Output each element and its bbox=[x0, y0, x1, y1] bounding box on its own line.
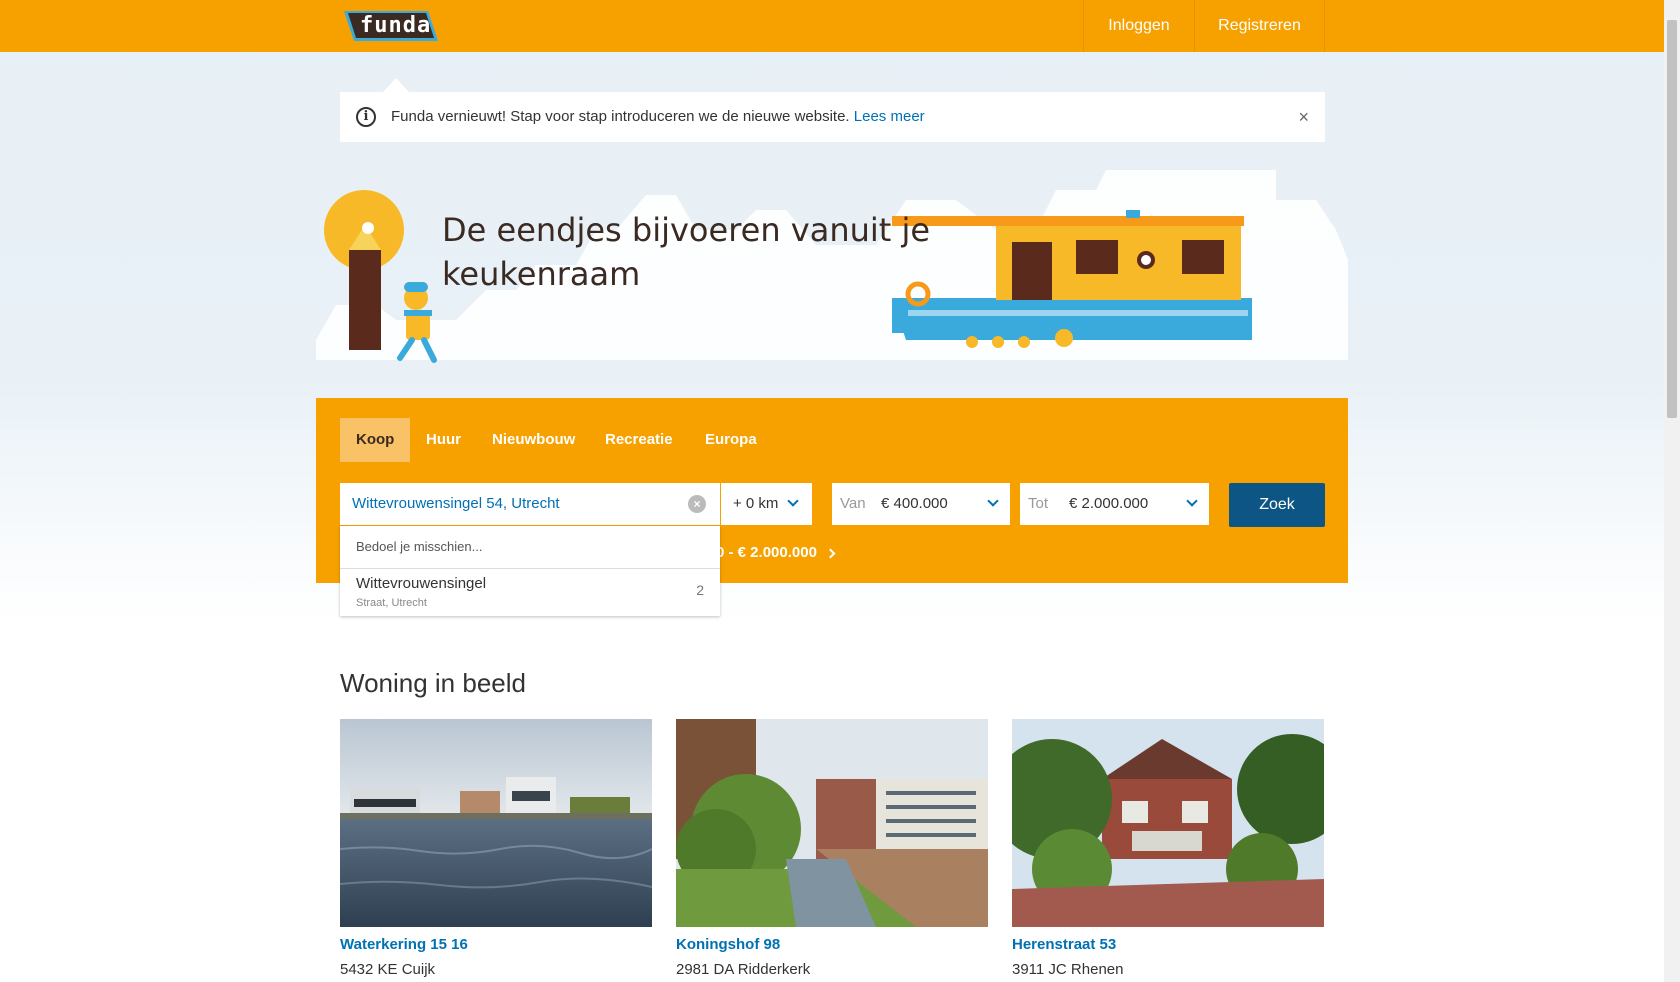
listing-zip-city: 3911 JC Rhenen bbox=[1012, 961, 1124, 978]
chevron-down-icon bbox=[787, 495, 799, 507]
listing-address[interactable]: Waterkering 15 16 bbox=[340, 936, 468, 953]
suggestion-name: Wittevrouwensingel bbox=[356, 575, 487, 592]
autocomplete-dropdown: Bedoel je misschien... Wittevrouwensinge… bbox=[340, 526, 720, 616]
listing-photo[interactable] bbox=[1012, 719, 1324, 927]
close-icon[interactable]: × bbox=[1298, 92, 1309, 142]
tab-recreatie[interactable]: Recreatie bbox=[589, 418, 689, 462]
logo-text: funda bbox=[360, 13, 432, 38]
clear-input-icon[interactable]: × bbox=[688, 495, 706, 513]
price-to-select[interactable]: Tot € 2.000.000 bbox=[1020, 483, 1209, 525]
radius-value: + 0 km bbox=[733, 495, 779, 512]
listing-photo[interactable] bbox=[676, 719, 988, 927]
house-photo-icon bbox=[340, 719, 652, 927]
notice-read-more-link[interactable]: Lees meer bbox=[854, 108, 925, 125]
chevron-down-icon bbox=[987, 495, 999, 507]
section-title: Woning in beeld bbox=[340, 668, 526, 698]
chevron-right-icon bbox=[825, 548, 836, 559]
search-button[interactable]: Zoek bbox=[1229, 483, 1325, 527]
tab-europa[interactable]: Europa bbox=[689, 418, 773, 462]
listing-photo[interactable] bbox=[340, 719, 652, 927]
notice-banner: i Funda vernieuwt! Stap voor stap introd… bbox=[340, 92, 1325, 142]
info-icon: i bbox=[356, 107, 376, 127]
funda-logo[interactable]: funda bbox=[340, 8, 440, 44]
last-search-text: 0 - € 2.000.000 bbox=[716, 544, 817, 561]
tab-huur[interactable]: Huur bbox=[410, 418, 477, 462]
listing-address[interactable]: Koningshof 98 bbox=[676, 936, 780, 953]
price-to-value: € 2.000.000 bbox=[1069, 495, 1149, 512]
listing-card[interactable]: Herenstraat 53 3911 JC Rhenen bbox=[1012, 719, 1324, 978]
price-from-value: € 400.000 bbox=[881, 495, 948, 512]
tab-koop[interactable]: Koop bbox=[340, 418, 411, 462]
listing-address[interactable]: Herenstraat 53 bbox=[1012, 936, 1116, 953]
login-button[interactable]: Inloggen bbox=[1083, 0, 1194, 52]
listing-zip-city: 2981 DA Ridderkerk bbox=[676, 961, 811, 978]
suggestion-count: 2 bbox=[696, 582, 704, 598]
register-button[interactable]: Registreren bbox=[1194, 0, 1325, 52]
price-to-label: Tot bbox=[1028, 495, 1049, 512]
notice-pointer bbox=[383, 78, 409, 92]
price-from-label: Van bbox=[840, 495, 866, 512]
listing-zip-city: 5432 KE Cuijk bbox=[340, 961, 436, 978]
listing-card[interactable]: Koningshof 98 2981 DA Ridderkerk bbox=[676, 719, 988, 978]
notice-text: Funda vernieuwt! Stap voor stap introduc… bbox=[391, 108, 850, 125]
radius-select[interactable]: + 0 km bbox=[721, 483, 812, 525]
house-photo-icon bbox=[1012, 719, 1324, 927]
location-search-input[interactable]: Wittevrouwensingel 54, Utrecht × bbox=[340, 483, 720, 525]
tab-nieuwbouw[interactable]: Nieuwbouw bbox=[476, 418, 591, 462]
price-from-select[interactable]: Van € 400.000 bbox=[832, 483, 1010, 525]
suggestion-item[interactable]: Wittevrouwensingel Straat, Utrecht 2 bbox=[340, 569, 720, 616]
dropdown-hint: Bedoel je misschien... bbox=[356, 539, 483, 554]
page-scrollbar[interactable] bbox=[1664, 0, 1680, 982]
house-photo-icon bbox=[676, 719, 988, 927]
notice-message: Funda vernieuwt! Stap voor stap introduc… bbox=[391, 92, 925, 142]
top-bar: funda Inloggen Registreren bbox=[0, 0, 1664, 52]
location-value: Wittevrouwensingel 54, Utrecht bbox=[352, 495, 560, 512]
hero-title: De eendjes bijvoeren vanuit je keukenraa… bbox=[442, 211, 931, 293]
page: funda Inloggen Registreren i Funda verni… bbox=[0, 0, 1664, 982]
listing-card[interactable]: Waterkering 15 16 5432 KE Cuijk bbox=[340, 719, 652, 978]
hero: De eendjes bijvoeren vanuit je keukenraa… bbox=[316, 170, 1348, 398]
chevron-down-icon bbox=[1186, 495, 1198, 507]
suggestion-type: Straat, Utrecht bbox=[356, 597, 427, 609]
last-search-link[interactable]: 0 - € 2.000.000 bbox=[716, 544, 836, 561]
scrollbar-thumb[interactable] bbox=[1667, 20, 1677, 418]
